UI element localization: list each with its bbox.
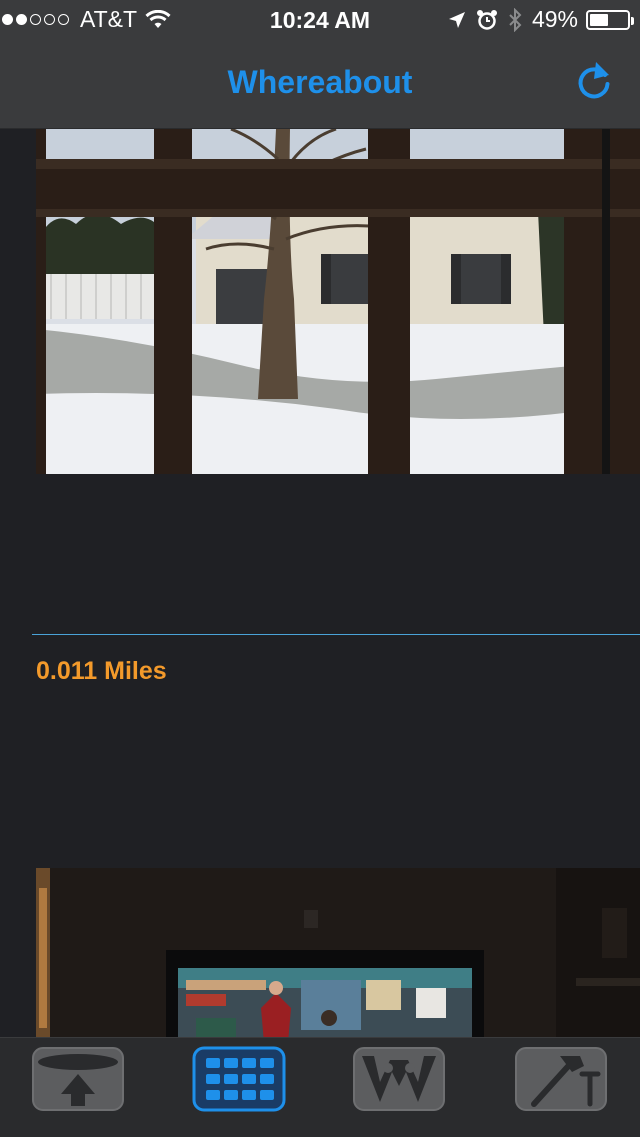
tab-grid[interactable] <box>192 1046 286 1112</box>
alarm-icon <box>476 9 497 30</box>
feed-photo[interactable] <box>36 868 640 1037</box>
refresh-icon[interactable] <box>572 60 616 104</box>
location-arrow-icon <box>448 11 465 28</box>
tab-upload[interactable] <box>31 1046 125 1112</box>
photo-feed[interactable]: 0.011 Miles <box>0 129 640 1037</box>
navigation-bar: Whereabout <box>0 40 640 129</box>
tab-bar <box>0 1037 640 1137</box>
battery-icon <box>586 9 634 30</box>
divider <box>32 634 640 635</box>
page-title: Whereabout <box>227 64 413 100</box>
feed-photo[interactable] <box>36 129 640 474</box>
photo-image <box>36 129 640 474</box>
distance-label: 0.011 Miles <box>36 657 167 685</box>
tab-tools[interactable] <box>514 1046 608 1112</box>
bluetooth-icon <box>509 7 522 32</box>
photo-image <box>36 868 640 1037</box>
status-right: 49% <box>448 6 634 33</box>
battery-fill <box>590 13 608 26</box>
battery-percent: 49% <box>531 6 578 32</box>
status-bar: AT&T 10:24 AM 49% <box>0 0 640 40</box>
tab-web[interactable] <box>352 1046 446 1112</box>
